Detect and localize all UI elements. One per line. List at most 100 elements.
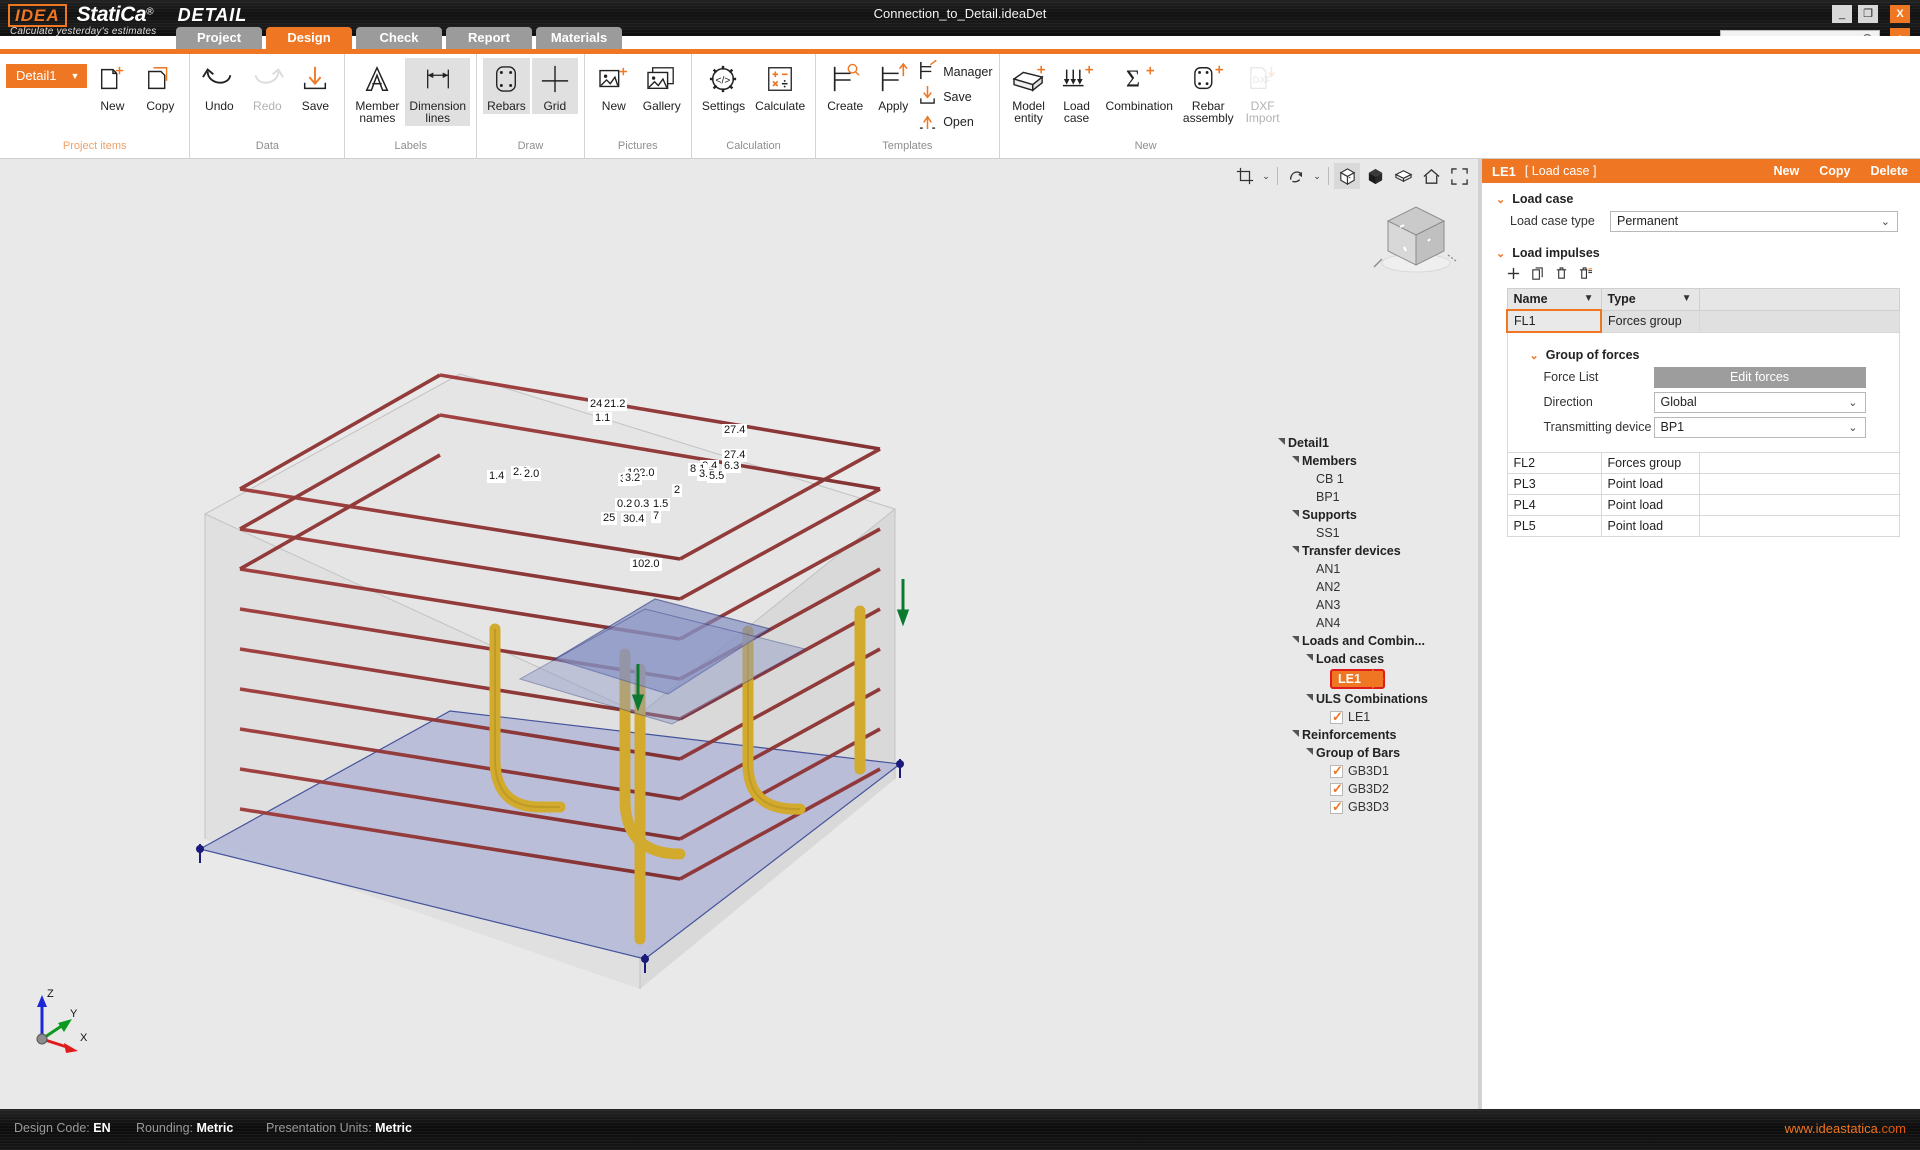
ribbon-button-copy[interactable]: Copy bbox=[137, 58, 183, 114]
ribbon-button-manager[interactable]: Manager bbox=[918, 60, 992, 84]
tree-node-detail1[interactable]: Detail1 bbox=[1278, 434, 1468, 452]
transmitting-device-select[interactable]: BP1⌄ bbox=[1654, 417, 1866, 438]
tree-node-gb3d3[interactable]: GB3D3 bbox=[1278, 798, 1468, 816]
ribbon-button-calculate[interactable]: Calculate bbox=[751, 58, 809, 114]
table-header-name[interactable]: Name▼ bbox=[1507, 289, 1601, 311]
panel-action-delete[interactable]: Delete bbox=[1870, 164, 1908, 178]
tree-node-gb3d1[interactable]: GB3D1 bbox=[1278, 762, 1468, 780]
tree-node-supports[interactable]: Supports bbox=[1278, 506, 1468, 524]
tab-design[interactable]: Design bbox=[266, 27, 352, 49]
section-group-of-forces[interactable]: ⌄Group of forces bbox=[1530, 348, 1900, 362]
table-row[interactable]: PL3Point load bbox=[1507, 474, 1900, 495]
ribbon-button-undo[interactable]: Undo bbox=[196, 58, 242, 114]
ribbon-button-open[interactable]: Open bbox=[918, 110, 992, 134]
edit-forces-button[interactable]: Edit forces bbox=[1654, 367, 1866, 388]
expander-triangle-icon[interactable] bbox=[1292, 510, 1302, 520]
filter-icon[interactable]: ▼ bbox=[1584, 293, 1594, 304]
tree-node-le1[interactable]: LE1 bbox=[1278, 708, 1468, 726]
tab-project[interactable]: Project bbox=[176, 27, 262, 49]
project-item-selector[interactable]: Detail1▼ bbox=[6, 64, 87, 88]
home-view-icon[interactable] bbox=[1418, 163, 1444, 189]
impulse-name-cell[interactable]: PL4 bbox=[1507, 495, 1601, 516]
ribbon-button-model-entity[interactable]: Modelentity bbox=[1006, 58, 1052, 126]
tab-report[interactable]: Report bbox=[446, 27, 532, 49]
impulse-name-cell[interactable]: PL3 bbox=[1507, 474, 1601, 495]
table-header-blank[interactable] bbox=[1699, 289, 1900, 311]
expander-triangle-icon[interactable] bbox=[1306, 654, 1316, 664]
crop-dropdown-caret-icon[interactable]: ⌄ bbox=[1260, 171, 1272, 182]
ribbon-button-load-case[interactable]: Loadcase bbox=[1054, 58, 1100, 126]
checkbox-checked-icon[interactable] bbox=[1330, 711, 1343, 724]
maximize-button[interactable]: ❐ bbox=[1858, 5, 1878, 23]
help-button[interactable]: i bbox=[1890, 28, 1910, 36]
panel-action-copy[interactable]: Copy bbox=[1819, 164, 1850, 178]
rotate-dropdown-caret-icon[interactable]: ⌄ bbox=[1311, 171, 1323, 182]
expander-triangle-icon[interactable] bbox=[1292, 730, 1302, 740]
table-row[interactable]: PL4Point load bbox=[1507, 495, 1900, 516]
tree-node-gb3d2[interactable]: GB3D2 bbox=[1278, 780, 1468, 798]
checkbox-checked-icon[interactable] bbox=[1330, 765, 1343, 778]
tab-materials[interactable]: Materials bbox=[536, 27, 622, 49]
filter-icon[interactable]: ▼ bbox=[1682, 293, 1692, 304]
impulse-name-cell[interactable]: FL1 bbox=[1507, 310, 1601, 332]
tree-node-transfer-devices[interactable]: Transfer devices bbox=[1278, 542, 1468, 560]
duplicate-impulse-icon[interactable] bbox=[1530, 266, 1545, 284]
tree-node-uls-combinations[interactable]: ULS Combinations bbox=[1278, 690, 1468, 708]
model-tree[interactable]: Detail1MembersCB 1BP1SupportsSS1Transfer… bbox=[1278, 434, 1468, 816]
ribbon-button-settings[interactable]: </>Settings bbox=[698, 58, 749, 114]
ribbon-button-save[interactable]: Save bbox=[292, 58, 338, 114]
table-row[interactable]: FL1Forces group bbox=[1507, 310, 1900, 332]
tree-node-loads-and-combin[interactable]: Loads and Combin... bbox=[1278, 632, 1468, 650]
checkbox-checked-icon[interactable] bbox=[1330, 783, 1343, 796]
ribbon-button-member-names[interactable]: Membernames bbox=[351, 58, 403, 126]
model-viewport[interactable]: 1.427.427.4102.0102.02.22.03.13.22.48.13… bbox=[0, 159, 1478, 1109]
expander-triangle-icon[interactable] bbox=[1292, 636, 1302, 646]
direction-select[interactable]: Global⌄ bbox=[1654, 392, 1866, 413]
fit-screen-icon[interactable] bbox=[1446, 163, 1472, 189]
impulse-name-cell[interactable]: FL2 bbox=[1507, 453, 1601, 474]
tab-check[interactable]: Check bbox=[356, 27, 442, 49]
panel-action-new[interactable]: New bbox=[1774, 164, 1800, 178]
ribbon-button-apply[interactable]: Apply bbox=[870, 58, 916, 114]
tree-node-cb-1[interactable]: CB 1 bbox=[1278, 470, 1468, 488]
section-load-impulses[interactable]: ⌄ Load impulses bbox=[1496, 246, 1920, 260]
tree-node-group-of-bars[interactable]: Group of Bars bbox=[1278, 744, 1468, 762]
tree-node-an4[interactable]: AN4 bbox=[1278, 614, 1468, 632]
impulse-name-cell[interactable]: PL5 bbox=[1507, 516, 1601, 537]
tree-node-ss1[interactable]: SS1 bbox=[1278, 524, 1468, 542]
expander-triangle-icon[interactable] bbox=[1292, 546, 1302, 556]
expander-triangle-icon[interactable] bbox=[1306, 748, 1316, 758]
ribbon-button-create[interactable]: Create bbox=[822, 58, 868, 114]
table-header-type[interactable]: Type▼ bbox=[1601, 289, 1699, 311]
solid-box-icon[interactable] bbox=[1362, 163, 1388, 189]
ribbon-button-new[interactable]: New bbox=[591, 58, 637, 114]
website-link[interactable]: www.ideastatica.com bbox=[1785, 1121, 1906, 1136]
minimize-button[interactable]: _ bbox=[1832, 5, 1852, 23]
tree-node-an1[interactable]: AN1 bbox=[1278, 560, 1468, 578]
search-box[interactable] bbox=[1720, 30, 1880, 36]
table-row[interactable]: FL2Forces group bbox=[1507, 453, 1900, 474]
ribbon-button-save[interactable]: Save bbox=[918, 85, 992, 109]
ribbon-button-combination[interactable]: ΣCombination bbox=[1102, 58, 1177, 114]
expander-triangle-icon[interactable] bbox=[1306, 694, 1316, 704]
ribbon-button-rebar-assembly[interactable]: Rebarassembly bbox=[1179, 58, 1238, 126]
delete-impulse-icon[interactable] bbox=[1554, 266, 1569, 284]
rotate-icon[interactable] bbox=[1283, 163, 1309, 189]
ribbon-button-new[interactable]: New bbox=[89, 58, 135, 114]
checkbox-checked-icon[interactable] bbox=[1330, 801, 1343, 814]
tree-node-bp1[interactable]: BP1 bbox=[1278, 488, 1468, 506]
ribbon-button-rebars[interactable]: Rebars bbox=[483, 58, 530, 114]
load-impulses-table[interactable]: Name▼Type▼ FL1Forces group ⌄Group of for… bbox=[1506, 288, 1900, 537]
search-input[interactable] bbox=[1721, 33, 1859, 36]
expander-triangle-icon[interactable] bbox=[1278, 438, 1288, 448]
ribbon-button-gallery[interactable]: Gallery bbox=[639, 58, 685, 114]
navigation-cube[interactable] bbox=[1370, 197, 1460, 279]
load-case-type-select[interactable]: Permanent ⌄ bbox=[1610, 211, 1898, 232]
tree-node-le1[interactable]: LE1 bbox=[1278, 668, 1468, 690]
tree-node-an3[interactable]: AN3 bbox=[1278, 596, 1468, 614]
flat-box-icon[interactable] bbox=[1390, 163, 1416, 189]
tree-node-an2[interactable]: AN2 bbox=[1278, 578, 1468, 596]
add-impulse-icon[interactable] bbox=[1506, 266, 1521, 284]
table-body[interactable]: FL1Forces group ⌄Group of forcesForce Li… bbox=[1507, 310, 1900, 537]
table-row[interactable]: PL5Point load bbox=[1507, 516, 1900, 537]
